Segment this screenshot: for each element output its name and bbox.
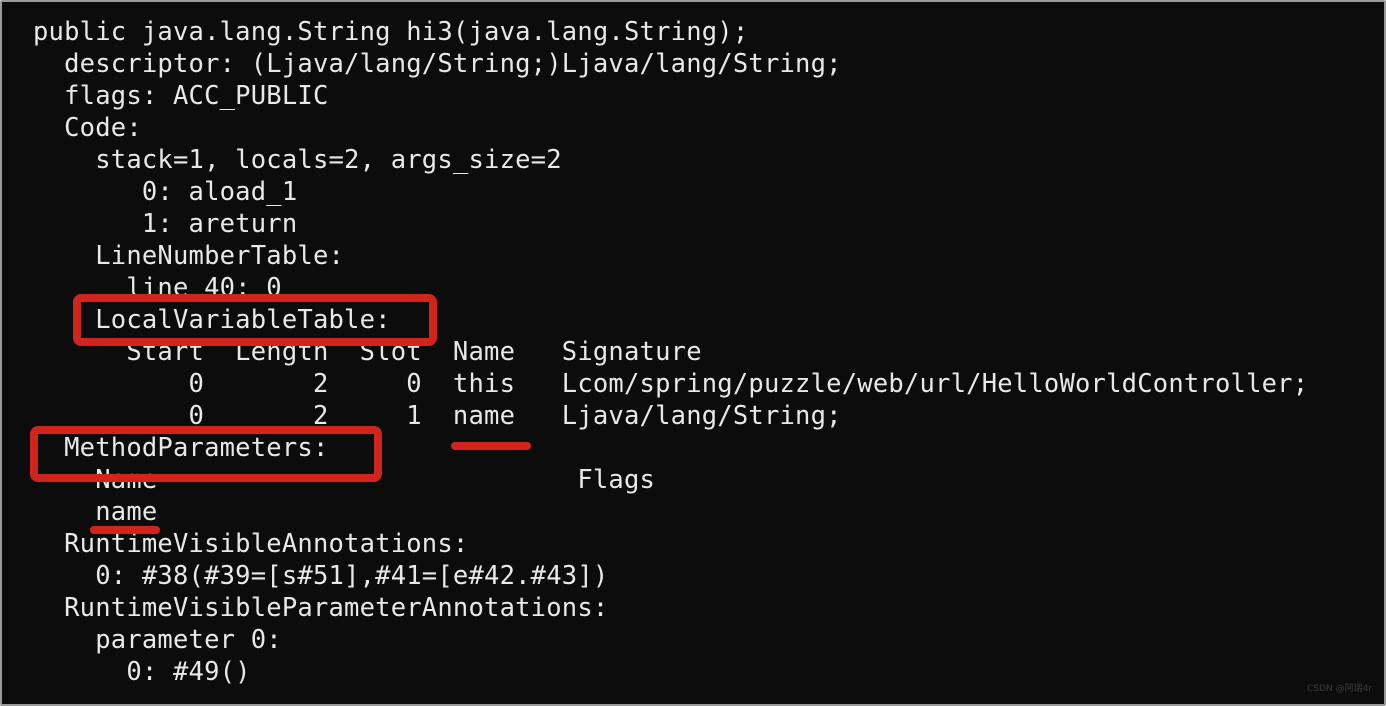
terminal-line: descriptor: (Ljava/lang/String;)Ljava/la… <box>33 49 842 79</box>
underline-name-parameter <box>90 526 160 534</box>
terminal-output: public java.lang.String hi3(java.lang.St… <box>33 16 1308 688</box>
terminal-line: public java.lang.String hi3(java.lang.St… <box>33 17 749 47</box>
terminal-line: 0: aload_1 <box>33 177 298 207</box>
underline-name-variable <box>451 442 531 450</box>
terminal-line: 0 2 0 this Lcom/spring/puzzle/web/url/He… <box>33 369 1309 399</box>
terminal-line: 1: areturn <box>33 209 298 239</box>
terminal-line: RuntimeVisibleParameterAnnotations: <box>33 593 609 623</box>
terminal-line: parameter 0: <box>33 625 282 655</box>
terminal-window: public java.lang.String hi3(java.lang.St… <box>0 0 1386 706</box>
highlight-box-local-variable-table <box>73 294 437 346</box>
highlight-box-method-parameters <box>30 426 382 482</box>
terminal-line: stack=1, locals=2, args_size=2 <box>33 145 562 175</box>
terminal-line: 0: #49() <box>33 657 251 687</box>
terminal-line: flags: ACC_PUBLIC <box>33 81 329 111</box>
terminal-line: LineNumberTable: <box>33 241 345 271</box>
terminal-line: name <box>33 497 158 527</box>
terminal-line: Code: <box>33 113 142 143</box>
terminal-line: 0: #38(#39=[s#51],#41=[e#42.#43]) <box>33 561 609 591</box>
watermark: CSDN @阿瑞4r <box>1307 684 1372 694</box>
terminal-line: RuntimeVisibleAnnotations: <box>33 529 469 559</box>
